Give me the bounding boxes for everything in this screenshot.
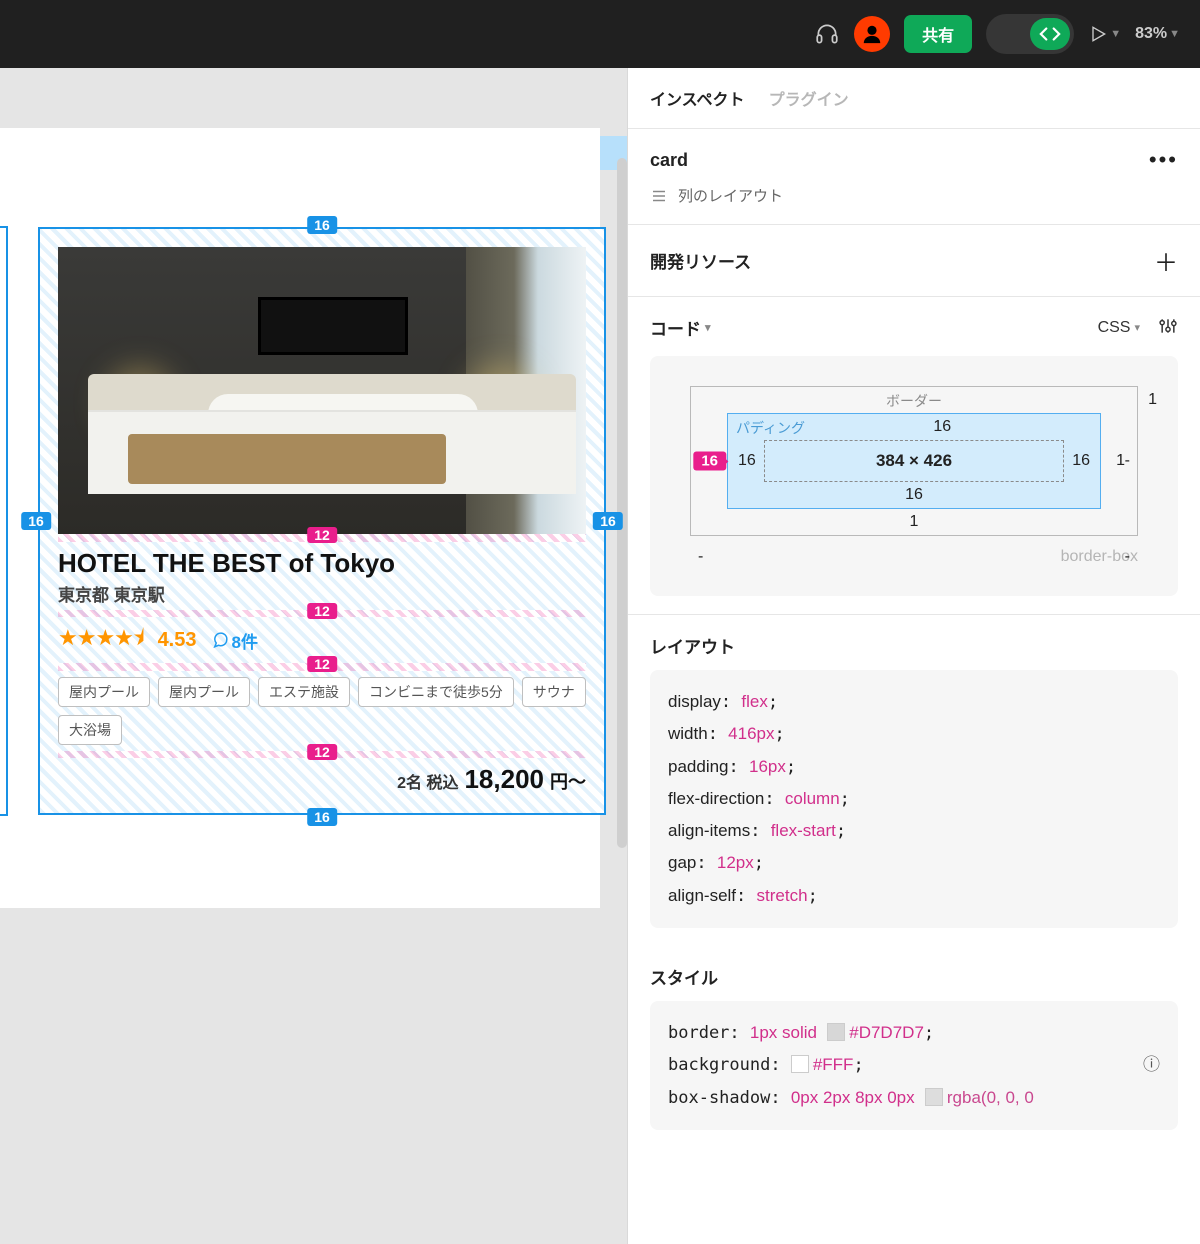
layer-section: card ••• 列のレイアウト [628,129,1200,225]
padding-badge-right: 16 [593,512,623,530]
more-icon[interactable]: ••• [1149,147,1178,173]
gap-indicator: 16 [693,452,726,471]
reviews-link[interactable]: 8件 [211,628,258,653]
design-mode-icon[interactable] [990,18,1030,50]
padding-badge-bottom: 16 [307,808,337,826]
code-section: コード ▾ CSS ▾ - - - - ボーダー 1 1 1 1 16 パデ [628,297,1200,615]
tag: エステ施設 [258,677,350,707]
stars-icon: ★★★★⯨ [58,621,144,659]
chevron-down-icon: ▼ [1169,28,1180,40]
chevron-down-icon: ▼ [1110,28,1121,40]
prev-card-selection [0,226,8,816]
panel-tabs: インスペクト プラグイン [628,68,1200,129]
plus-icon[interactable]: ＋ [1154,243,1178,278]
chevron-down-icon: ▾ [705,321,711,334]
dev-mode-toggle[interactable] [986,14,1074,54]
border-right: 1 [1116,452,1125,470]
code-mode-icon[interactable] [1030,18,1070,50]
price-unit: 円～ [550,768,586,794]
margin-br: - [1125,548,1130,566]
price-row: 2名 税込 18,200円～ [58,758,586,795]
content-size: 384 × 426 [764,440,1064,482]
style-css[interactable]: border: 1px solid #D7D7D7; background: #… [650,1001,1178,1130]
padding-badge-left: 16 [21,512,51,530]
margin-bl: - [698,548,703,566]
reviews-count: 8件 [232,628,258,653]
topbar: 共有 ▼ 83% ▼ [0,0,1200,68]
tags-row: 屋内プール 屋内プール エステ施設 コンビニまで徒歩5分 サウナ 大浴場 [58,671,586,751]
style-css-section: スタイル border: 1px solid #D7D7D7; backgrou… [628,946,1200,1148]
border-top: 1 [1148,391,1157,409]
tag: 屋内プール [158,677,250,707]
border-label: ボーダー [886,391,942,411]
avatar[interactable] [854,16,890,52]
price-value: 18,200 [464,764,544,795]
box-sizing-label: border-box [690,548,1138,566]
code-label[interactable]: コード ▾ [650,315,711,340]
gap-badge: 12 [307,603,337,619]
lang-select[interactable]: CSS ▾ [1098,319,1140,337]
dev-resources-row[interactable]: 開発リソース ＋ [628,225,1200,297]
padding-top: 16 [933,418,951,436]
tab-inspect[interactable]: インスペクト [650,86,745,110]
zoom-value: 83% [1135,25,1167,43]
tag: 大浴場 [58,715,122,745]
canvas[interactable]: 864 900 1000 1100 1200 1280 16 16 16 16 … [0,68,627,1244]
price-label: 2名 税込 [397,769,458,793]
layer-name: card [650,150,688,171]
support-icon[interactable] [814,15,840,53]
box-model: - - - - ボーダー 1 1 1 1 16 パディング 16 16 16 1… [650,356,1178,596]
padding-badge-top: 16 [307,216,337,234]
padding-bottom: 16 [905,486,923,504]
tab-plugins[interactable]: プラグイン [769,86,849,110]
selected-card[interactable]: 16 16 16 16 12 HOTEL THE BEST of Tokyo 東… [38,227,606,815]
layout-css-section: レイアウト display: flex; width: 416px; paddi… [628,615,1200,946]
share-button[interactable]: 共有 [904,15,972,53]
tag: 屋内プール [58,677,150,707]
gap-badge: 12 [307,744,337,760]
info-icon[interactable]: ⓘ [1143,1049,1160,1081]
present-button[interactable]: ▼ [1088,24,1121,44]
layout-note: 列のレイアウト [678,185,783,206]
border-bottom: 1 [910,513,919,531]
padding-label: パディング [736,418,805,438]
settings-icon[interactable] [1158,316,1178,340]
dev-resources-label: 開発リソース [650,248,751,273]
card-image [58,247,586,534]
padding-left: 16 [738,452,756,470]
card-inner: 12 HOTEL THE BEST of Tokyo 東京都 東京駅 12 ★★… [58,247,586,795]
zoom-level[interactable]: 83% ▼ [1135,25,1180,43]
gap-badge: 12 [307,527,337,543]
tag: サウナ [522,677,586,707]
style-header: スタイル [650,964,1178,989]
tag: コンビニまで徒歩5分 [358,677,514,707]
column-layout-icon [650,187,668,205]
chevron-down-icon: ▾ [1134,321,1140,334]
hotel-title: HOTEL THE BEST of Tokyo [58,542,586,581]
rating-value: 4.53 [158,629,197,652]
padding-right: 16 [1072,452,1090,470]
inspect-panel: インスペクト プラグイン card ••• 列のレイアウト 開発リソース ＋ コ… [627,68,1200,1244]
canvas-scrollbar[interactable] [617,158,627,848]
gap-badge: 12 [307,656,337,672]
layout-header: レイアウト [650,633,1178,658]
layout-css[interactable]: display: flex; width: 416px; padding: 16… [650,670,1178,928]
